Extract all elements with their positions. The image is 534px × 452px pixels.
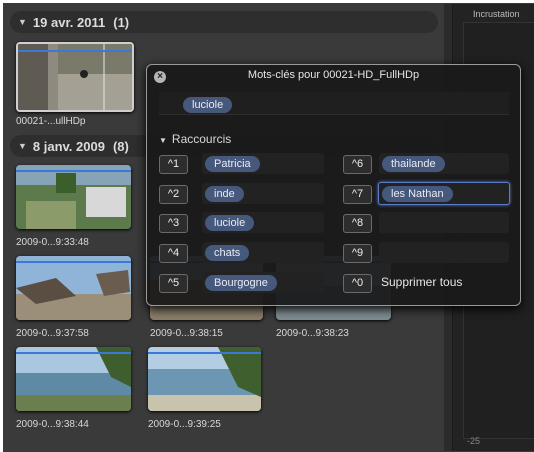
- clip-caption: 00021-...ullHDp: [16, 116, 86, 127]
- keyword-token[interactable]: luciole: [183, 97, 233, 113]
- section-header-2011[interactable]: ▼ 19 avr. 2011 (1): [10, 11, 438, 33]
- shortcut-slot-9[interactable]: [379, 242, 509, 263]
- section-date: 8 janv. 2009: [32, 138, 105, 154]
- section-count: (1): [113, 14, 130, 30]
- clip-thumbnail-image: [16, 256, 131, 320]
- shortcut-key-7[interactable]: ^7: [343, 185, 372, 204]
- app-window: ▼ 19 avr. 2011 (1) 00021-...ullHDp ▼ 8 j…: [3, 3, 534, 452]
- inspector-label: Incrustation: [473, 9, 520, 19]
- keyword-field[interactable]: luciole: [159, 92, 509, 115]
- shortcut-slot-5[interactable]: Bourgogne: [202, 272, 324, 293]
- clip-caption: 2009-0...9:39:25: [148, 419, 221, 430]
- shortcut-slot-4[interactable]: chats: [202, 242, 324, 263]
- shortcut-keyword[interactable]: les Nathan: [382, 186, 453, 202]
- shortcut-key-6[interactable]: ^6: [343, 155, 372, 174]
- section-date: 19 avr. 2011: [32, 14, 106, 30]
- clip-caption: 2009-0...9:37:58: [16, 328, 89, 339]
- shortcut-keyword[interactable]: luciole: [205, 215, 255, 231]
- hud-title: Mots-clés pour 00021-HD_FullHDp: [247, 69, 420, 81]
- shortcut-key-8[interactable]: ^8: [343, 214, 372, 233]
- shortcut-key-4[interactable]: ^4: [159, 244, 188, 263]
- shortcut-slot-1[interactable]: Patricia: [202, 153, 324, 174]
- shortcut-keyword[interactable]: Bourgogne: [205, 275, 277, 291]
- clip-thumbnail[interactable]: [16, 42, 134, 112]
- shortcut-keyword[interactable]: Patricia: [205, 156, 260, 172]
- keyword-editor-hud: × Mots-clés pour 00021-HD_FullHDp luciol…: [146, 64, 521, 306]
- shortcuts-label: Raccourcis: [171, 132, 232, 146]
- shortcut-slot-8[interactable]: [379, 212, 509, 233]
- shortcuts-disclosure[interactable]: ▼ Raccourcis: [159, 132, 231, 146]
- clip-thumbnail[interactable]: [148, 347, 261, 411]
- shortcut-slot-6[interactable]: thailande: [379, 153, 509, 174]
- shortcut-key-5[interactable]: ^5: [159, 274, 188, 293]
- section-count: (8): [112, 138, 129, 154]
- clip-thumbnail[interactable]: [16, 256, 131, 320]
- shortcut-slot-3[interactable]: luciole: [202, 212, 324, 233]
- clip-caption: 2009-0...9:38:15: [150, 328, 223, 339]
- disclosure-triangle-icon[interactable]: ▼: [159, 136, 167, 145]
- shortcut-key-9[interactable]: ^9: [343, 244, 372, 263]
- clip-thumbnail-image: [16, 165, 131, 229]
- shortcut-keyword[interactable]: chats: [205, 245, 250, 261]
- shortcut-slot-7[interactable]: les Nathan: [378, 182, 510, 205]
- disclosure-triangle-icon[interactable]: ▼: [18, 141, 27, 151]
- shortcut-key-2[interactable]: ^2: [159, 185, 188, 204]
- clip-caption: 2009-0...9:33:48: [16, 237, 89, 248]
- clip-thumbnail[interactable]: [16, 165, 131, 229]
- clip-thumbnail-image: [148, 347, 261, 411]
- shortcut-slot-2[interactable]: inde: [202, 183, 324, 204]
- shortcut-key-3[interactable]: ^3: [159, 214, 188, 233]
- delete-all-label: Supprimer tous: [381, 275, 463, 289]
- clip-caption: 2009-0...9:38:23: [276, 328, 349, 339]
- shortcut-keyword[interactable]: inde: [205, 186, 244, 202]
- inspector-value: -25: [467, 436, 481, 446]
- shortcut-key-1[interactable]: ^1: [159, 155, 188, 174]
- clip-caption: 2009-0...9:38:44: [16, 419, 89, 430]
- shortcut-keyword[interactable]: thailande: [382, 156, 445, 172]
- clip-thumbnail-image: [18, 44, 132, 110]
- clip-thumbnail-image: [16, 347, 131, 411]
- clip-thumbnail[interactable]: [16, 347, 131, 411]
- shortcut-key-0[interactable]: ^0: [343, 274, 372, 293]
- disclosure-triangle-icon[interactable]: ▼: [18, 17, 27, 27]
